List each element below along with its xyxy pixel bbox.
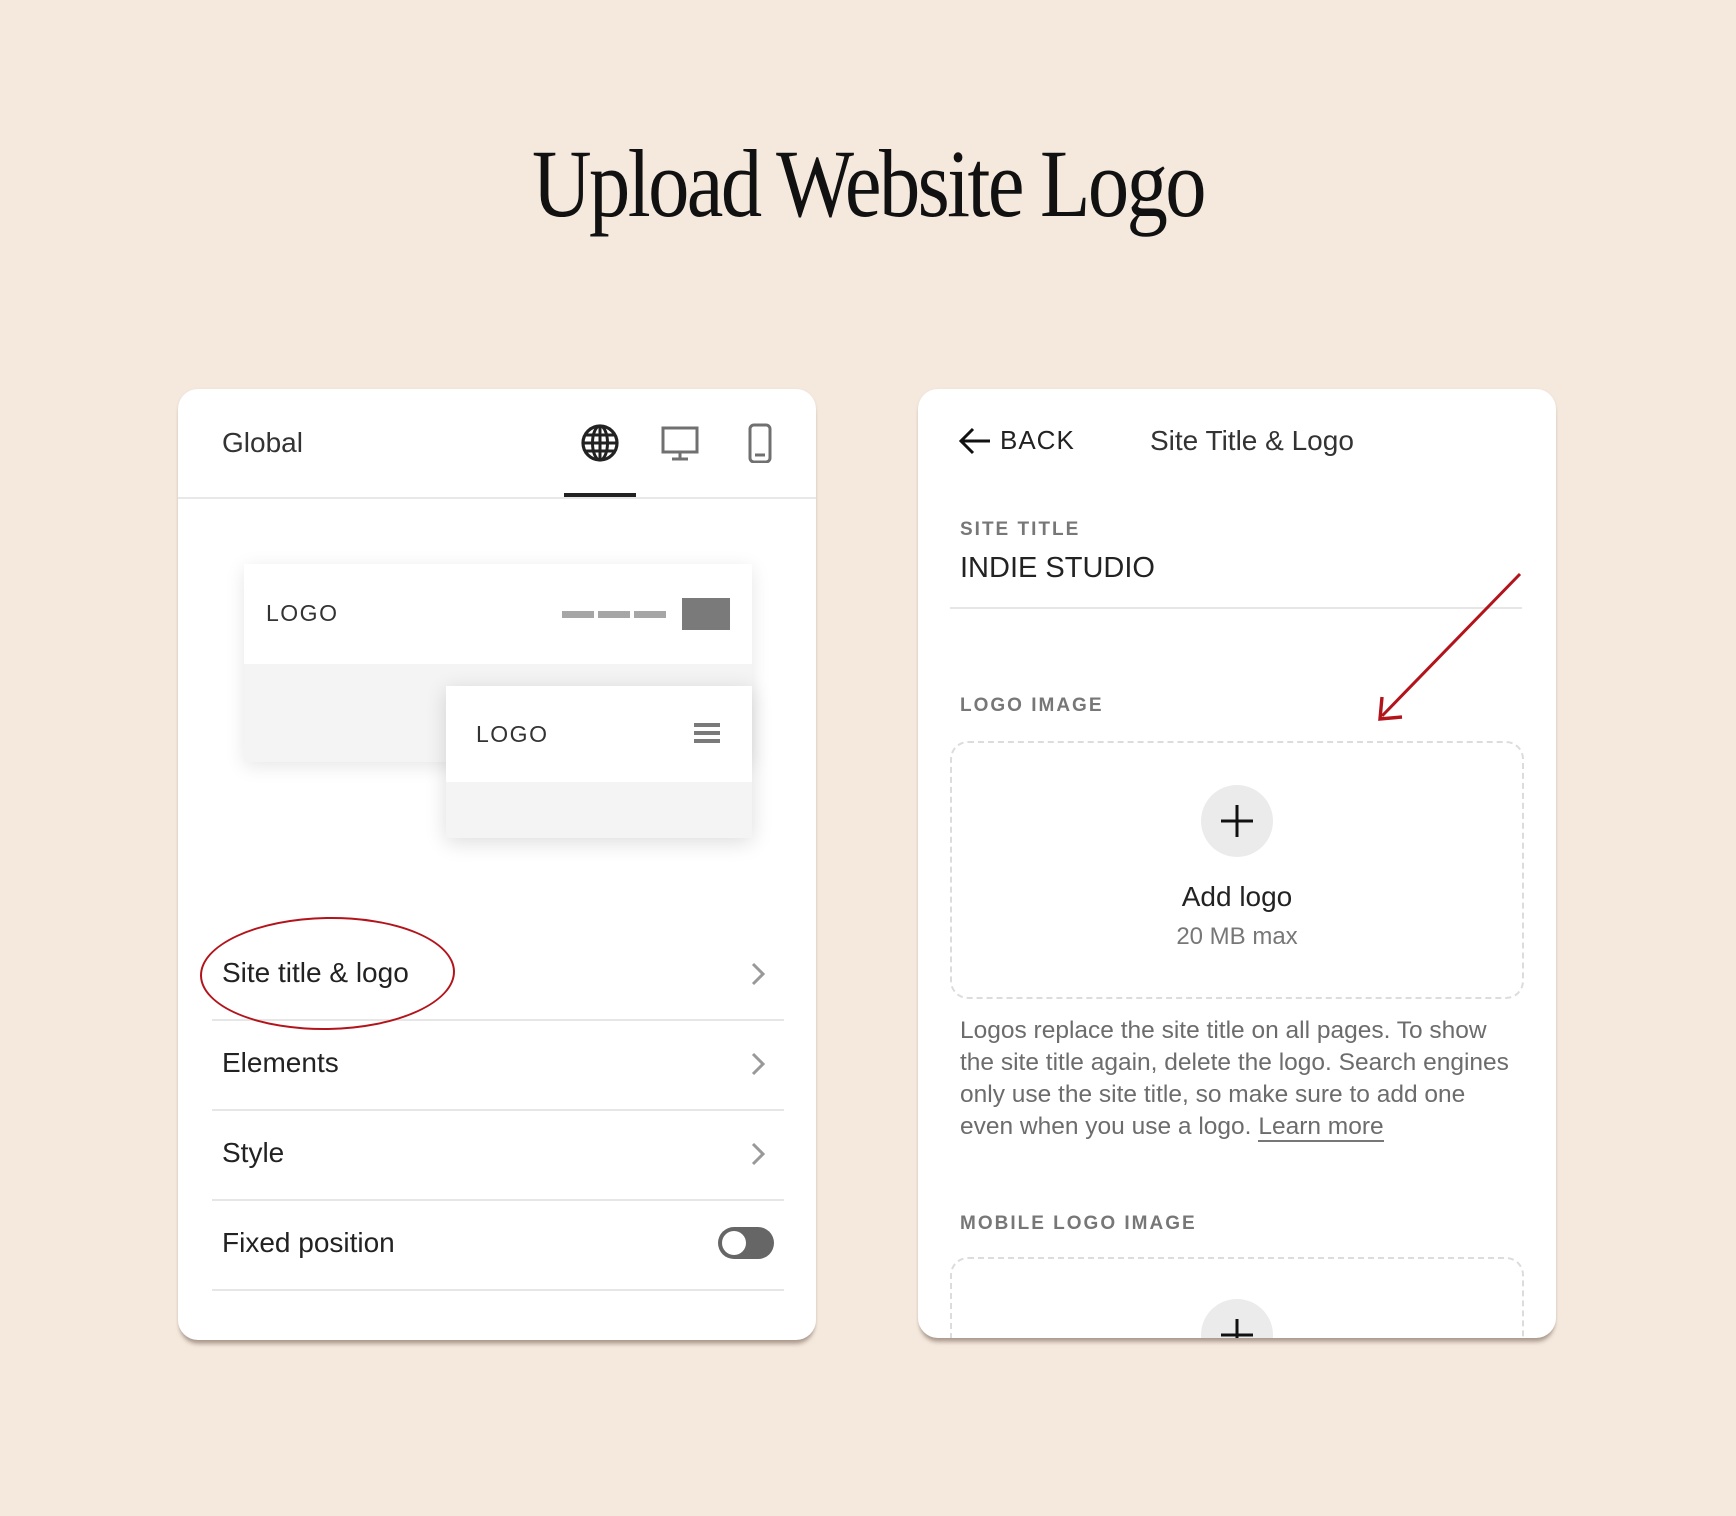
- nav-link-placeholder: [598, 611, 630, 618]
- tab-desktop[interactable]: [658, 421, 702, 465]
- globe-icon: [581, 424, 619, 462]
- add-logo-button[interactable]: [1201, 785, 1273, 857]
- mobile-logo-placeholder: LOGO: [476, 721, 549, 747]
- desktop-icon: [661, 426, 699, 461]
- plus-icon: [1221, 1319, 1253, 1338]
- mobile-header-bar: LOGO: [446, 686, 752, 782]
- panel-header: Global: [178, 389, 816, 499]
- menu-item-fixed-position: Fixed position: [212, 1199, 784, 1291]
- learn-more-link[interactable]: Learn more: [1258, 1113, 1384, 1142]
- max-size-label: 20 MB max: [1176, 923, 1298, 950]
- page-title: Upload Website Logo: [532, 130, 1207, 237]
- help-text-body: Logos replace the site title on all page…: [960, 1017, 1509, 1140]
- mobile-icon: [748, 423, 772, 463]
- mobile-header-preview: LOGO: [446, 686, 752, 838]
- back-label: BACK: [1000, 425, 1075, 455]
- hamburger-menu-icon: [694, 723, 720, 743]
- tab-mobile[interactable]: [738, 421, 782, 465]
- panel-title: Global: [222, 427, 303, 458]
- desktop-header-bar: LOGO: [244, 564, 752, 664]
- plus-icon: [1221, 805, 1253, 837]
- mobile-logo-image-label: MOBILE LOGO IMAGE: [960, 1213, 1197, 1234]
- logo-upload-dropzone[interactable]: Add logo 20 MB max: [950, 741, 1524, 999]
- desktop-logo-placeholder: LOGO: [266, 600, 339, 626]
- mobile-logo-upload-dropzone[interactable]: [950, 1257, 1524, 1338]
- tab-global[interactable]: [578, 421, 622, 465]
- nav-link-placeholder: [634, 611, 666, 618]
- toggle-knob: [722, 1231, 746, 1255]
- menu-item-style[interactable]: Style: [212, 1109, 784, 1201]
- site-title-input[interactable]: [950, 529, 1522, 609]
- menu-item-label: Style: [222, 1137, 285, 1168]
- add-logo-label: Add logo: [1181, 881, 1293, 912]
- logo-help-text: Logos replace the site title on all page…: [960, 1015, 1516, 1143]
- logo-image-label: LOGO IMAGE: [960, 695, 1104, 716]
- active-tab-indicator: [564, 493, 636, 497]
- site-title-logo-panel: BACK Site Title & Logo SITE TITLE LOGO I…: [918, 389, 1556, 1338]
- nav-link-placeholder: [562, 611, 594, 618]
- menu-item-label: Fixed position: [222, 1227, 395, 1258]
- fixed-position-toggle[interactable]: [718, 1227, 774, 1259]
- chevron-right-icon: [751, 1142, 766, 1166]
- arrow-left-icon: [958, 427, 990, 454]
- back-button[interactable]: BACK: [958, 425, 1075, 456]
- add-mobile-logo-button[interactable]: [1201, 1299, 1273, 1338]
- global-header-panel: Global LOGO LOGO Site title & logo Eleme…: [178, 389, 816, 1340]
- chevron-right-icon: [751, 962, 766, 986]
- nav-button-placeholder: [682, 598, 730, 630]
- panel-title: Site Title & Logo: [1150, 425, 1354, 456]
- menu-item-label: Elements: [222, 1047, 339, 1078]
- menu-item-elements[interactable]: Elements: [212, 1019, 784, 1111]
- chevron-right-icon: [751, 1052, 766, 1076]
